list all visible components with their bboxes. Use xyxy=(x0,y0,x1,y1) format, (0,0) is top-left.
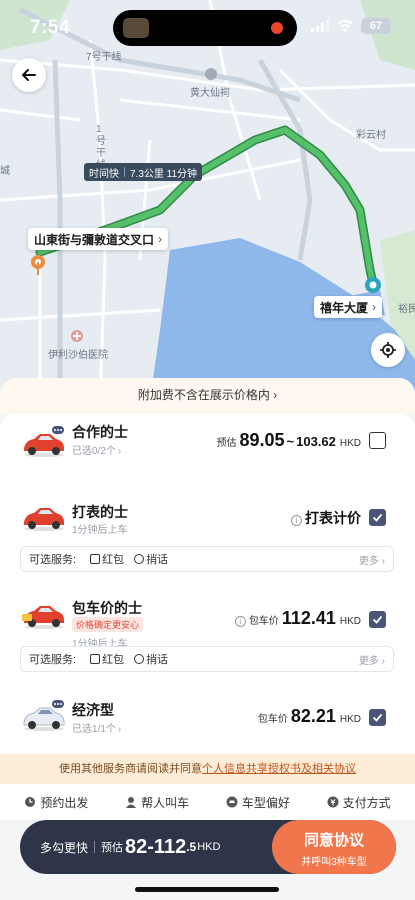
signal-icon xyxy=(311,20,329,32)
ride-checkbox[interactable] xyxy=(369,509,386,526)
dynamic-island xyxy=(113,10,297,46)
ride-options-sheet: 附加费不含在展示价格内 › 合作的士 已选0/2个 › 预估 89.05 ~ 10… xyxy=(0,378,415,900)
surcharge-notice-text: 附加费不含在展示价格内 xyxy=(137,388,270,402)
chevron-right-icon: › xyxy=(372,300,377,314)
ride-price: 包车价 82.21 HKD xyxy=(257,706,361,726)
route-mode: 时间快 xyxy=(89,168,119,180)
ride-price: i 包车价 112.41 HKD xyxy=(234,608,361,629)
start-location-label[interactable]: 山東街与彌敦道交叉口 › xyxy=(28,228,169,250)
message-icon xyxy=(134,654,145,664)
map-place-name: 裕民 xyxy=(398,304,415,315)
map-place-name: 7号干线 xyxy=(86,52,122,63)
ride-subtext: 已选0/2个 › xyxy=(72,446,122,457)
info-icon[interactable]: i xyxy=(291,515,302,526)
service-option[interactable]: 红包 xyxy=(90,551,124,567)
ride-name: 合作的士 xyxy=(72,424,128,440)
map-place-name: 黄大仙祠 xyxy=(190,88,230,99)
red-envelope-icon xyxy=(90,654,101,664)
clock-icon xyxy=(25,797,36,807)
home-indicator[interactable] xyxy=(135,887,279,892)
estimate-summary: 多勾更快 预估 82-112 .5 HKD xyxy=(40,835,221,858)
end-location-label[interactable]: 禧年大厦 › xyxy=(314,296,383,318)
message-icon xyxy=(134,554,145,564)
red-envelope-icon xyxy=(90,554,101,564)
map-place-name: 伊利沙伯医院 xyxy=(48,350,108,361)
ride-price: i 打表计价 xyxy=(291,508,361,528)
map-canvas xyxy=(0,0,415,400)
agreement-link[interactable]: 个人信息共享授权书及相关协议 xyxy=(202,763,356,775)
booking-toolbar: 预约出发 帮人叫车 车型偏好 支付方式 xyxy=(0,784,415,820)
ride-option-economy[interactable]: 经济型 已选1/1个 › 包车价 82.21 HKD xyxy=(0,688,415,748)
ride-option-metered-taxi[interactable]: 打表的士 1分钟后上车 i 打表计价 xyxy=(0,488,415,544)
info-icon[interactable]: i xyxy=(234,616,246,627)
route-info-label: 时间快 7.3公里 11分钟 xyxy=(84,163,203,181)
surcharge-notice[interactable]: 附加费不含在展示价格内 › xyxy=(0,378,415,414)
route-distance-duration: 7.3公里 11分钟 xyxy=(130,168,198,180)
recording-dot-icon xyxy=(271,22,283,34)
clock: 7:54 xyxy=(30,17,71,38)
agree-and-call-button[interactable]: 同意协议 并呼叫3种车型 xyxy=(272,820,396,874)
map-place-name: 彩云村 xyxy=(356,130,386,141)
ride-checkbox[interactable] xyxy=(369,611,386,628)
back-arrow-icon xyxy=(22,69,36,81)
more-services-link[interactable]: 更多 › xyxy=(359,652,385,667)
optional-services-bar[interactable]: 可选服务: 红包 捎话 更多 › xyxy=(20,546,394,572)
end-location-text: 禧年大厦 xyxy=(320,300,369,315)
vehicle-preference-button[interactable]: 车型偏好 xyxy=(226,794,290,811)
ride-name: 打表的士 xyxy=(72,504,128,520)
red-taxi-icon xyxy=(24,508,64,531)
ride-name: 包车价的士 xyxy=(72,600,142,616)
map[interactable]: 7:54 67 7号干线 黄大仙祠 1号干线 彩云村 伊利沙伯医院 裕民 城 时… xyxy=(0,0,415,400)
checkmark-icon xyxy=(372,615,383,624)
price-guarantee-badge: 价格确定更安心 xyxy=(72,617,144,632)
ride-checkbox[interactable] xyxy=(369,709,386,726)
ride-name: 经济型 xyxy=(72,702,114,718)
payment-method-button[interactable]: 支付方式 xyxy=(327,794,391,811)
ride-option-list: 合作的士 已选0/2个 › 预估 89.05 ~ 103.62 HKD 打表的士 … xyxy=(0,414,415,754)
live-activity-icon xyxy=(123,18,149,38)
battery-indicator: 67 xyxy=(361,18,391,34)
checkmark-icon xyxy=(372,513,383,522)
more-dots-icon xyxy=(52,700,64,708)
crosshair-icon xyxy=(380,342,396,358)
car-preference-icon xyxy=(226,796,238,808)
ride-subtext: 已选1/1个 › xyxy=(72,724,122,735)
map-place-name: 城 xyxy=(0,166,10,177)
checkmark-icon xyxy=(372,713,383,722)
person-icon xyxy=(126,797,137,808)
optional-services-bar[interactable]: 可选服务: 红包 捎话 更多 › xyxy=(20,646,394,672)
agreement-notice: 使用其他服务商请阅读并同意个人信息共享授权书及相关协议 xyxy=(0,754,415,784)
ride-option-chartered-taxi[interactable]: 包车价的士 价格确定更安心 1分钟后上车 i 包车价 112.41 HKD xyxy=(0,580,415,650)
payment-icon xyxy=(327,796,339,808)
more-dots-icon xyxy=(52,426,64,434)
locate-me-button[interactable] xyxy=(371,333,405,367)
service-option[interactable]: 捎话 xyxy=(134,551,168,567)
call-for-others-button[interactable]: 帮人叫车 xyxy=(125,794,189,811)
wifi-icon xyxy=(337,20,353,32)
more-services-link[interactable]: 更多 › xyxy=(359,552,385,567)
status-bar: 7:54 67 xyxy=(0,0,415,56)
ride-option-cooperative-taxi[interactable]: 合作的士 已选0/2个 › 预估 89.05 ~ 103.62 HKD xyxy=(0,414,415,470)
back-button[interactable] xyxy=(12,58,46,92)
schedule-ride-button[interactable]: 预约出发 xyxy=(24,794,88,811)
chevron-right-icon: › xyxy=(158,232,163,246)
red-taxi-icon xyxy=(22,606,64,629)
ride-checkbox[interactable] xyxy=(369,432,386,449)
ride-price: 预估 89.05 ~ 103.62 HKD xyxy=(216,430,361,450)
chevron-right-icon: › xyxy=(273,388,278,402)
estimate-price: 82-112 xyxy=(125,835,187,858)
service-option[interactable]: 捎话 xyxy=(134,651,168,667)
status-icons: 67 xyxy=(311,18,391,34)
ride-subtext: 1分钟后上车 xyxy=(72,525,128,536)
start-location-text: 山東街与彌敦道交叉口 xyxy=(34,232,155,247)
checkout-bar: 多勾更快 预估 82-112 .5 HKD 同意协议 并呼叫3种车型 xyxy=(20,820,396,874)
service-option[interactable]: 红包 xyxy=(90,651,124,667)
